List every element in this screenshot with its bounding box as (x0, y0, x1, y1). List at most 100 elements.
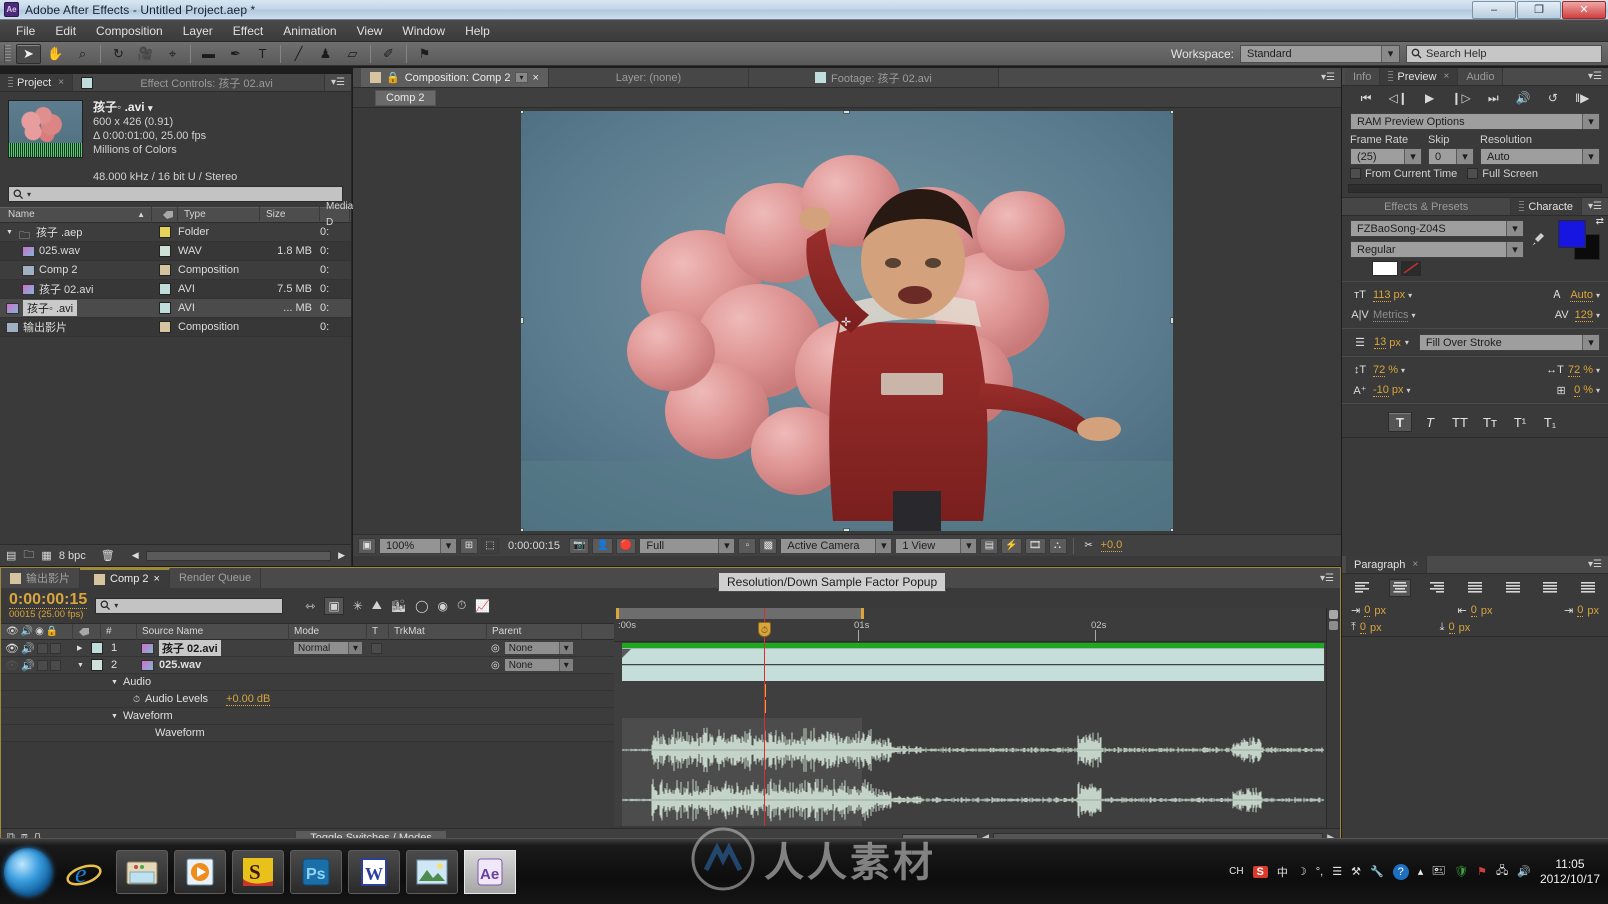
new-folder-icon[interactable]: 🗀 (23, 546, 34, 565)
timeline-search-input[interactable]: ▾ (95, 597, 284, 614)
layer-t-cell[interactable] (367, 640, 389, 657)
menu-help[interactable]: Help (455, 22, 500, 40)
tray-help-icon[interactable]: ? (1392, 863, 1409, 880)
start-orb[interactable] (4, 847, 52, 896)
space-after-field[interactable]: ⤓ 0 px (1440, 621, 1470, 634)
current-time-value[interactable]: 0:00:00:15 (502, 540, 566, 552)
preserve-transparency-toggle[interactable] (371, 642, 382, 654)
project-item-label-swatch[interactable] (152, 226, 178, 238)
taskbar-windows-explorer[interactable] (116, 849, 168, 894)
last-frame-icon[interactable]: ⏭ (1488, 91, 1499, 106)
panel-menu-icon[interactable]: ▾☰ (1315, 68, 1341, 87)
align-justify-last-left-button[interactable] (1464, 579, 1486, 597)
draft-3d-icon[interactable]: ▣ (324, 596, 344, 615)
align-center-button[interactable] (1388, 579, 1411, 597)
project-search-input[interactable]: ▾ (8, 186, 343, 202)
selection-handle-tc[interactable] (843, 111, 850, 114)
camera-tool-icon[interactable]: 🎥 (133, 44, 158, 64)
layer-bar-video[interactable] (622, 648, 1324, 664)
tab-info[interactable]: Info (1345, 68, 1381, 85)
menu-edit[interactable]: Edit (45, 22, 86, 40)
subtab-comp2[interactable]: Comp 2 (375, 89, 436, 106)
horizontal-scale-value[interactable]: 72 (1567, 364, 1581, 377)
swap-colors-icon[interactable]: ⇄ (1596, 216, 1604, 227)
brainstorm-icon[interactable]: 🏙 (391, 599, 406, 613)
align-justify-last-center-button[interactable] (1502, 579, 1524, 597)
timeline-current-time[interactable]: 0:00:00:15 (9, 591, 88, 609)
chevron-down-icon[interactable]: ▾ (114, 601, 118, 610)
project-item-label-swatch[interactable] (152, 302, 178, 314)
subscript-button[interactable]: T₁ (1538, 412, 1562, 432)
layer-t-cell[interactable] (367, 657, 389, 674)
zoom-select[interactable]: 100% ▾ (379, 537, 457, 554)
align-left-button[interactable] (1351, 579, 1373, 597)
tab-composition[interactable]: 🔒 Composition: Comp 2 ▾ × (361, 68, 549, 87)
chevron-down-icon[interactable]: ▾ (1407, 386, 1411, 395)
tray-softkeyboard-icon[interactable]: ☰ (1332, 865, 1342, 878)
graph-editor-toggle-icon[interactable]: 📈 (475, 599, 490, 613)
play-icon[interactable]: ▶ (1425, 91, 1434, 105)
workspace-select[interactable]: Standard ▾ (1240, 44, 1400, 63)
layer-mode-cell[interactable] (289, 657, 367, 674)
preview-resolution-select[interactable]: Auto ▾ (1480, 148, 1600, 165)
solo-icon[interactable]: ◉ (35, 626, 44, 637)
next-frame-icon[interactable]: ❙▷ (1451, 91, 1470, 105)
views-select[interactable]: 1 View ▾ (895, 537, 978, 554)
playhead-handle[interactable]: ⏱ (758, 622, 771, 637)
tab-comp2[interactable]: Comp 2 × (80, 568, 170, 588)
zoom-tool-icon[interactable]: ⌕ (70, 44, 95, 64)
grid-guides-icon[interactable]: ⊞ (460, 537, 478, 554)
timeline-graph-area[interactable]: :00s 01s 02s ⏱ (614, 608, 1326, 826)
property-value-cell[interactable]: +0.00 dB (208, 691, 328, 708)
indent-right-field[interactable]: ⇤ 0 px (1458, 604, 1492, 617)
kerning-value[interactable]: Metrics (1373, 309, 1409, 322)
fill-color-swatch[interactable] (1558, 220, 1586, 248)
menu-effect[interactable]: Effect (223, 22, 273, 40)
ram-preview-icon[interactable]: ‖▶ (1575, 91, 1589, 105)
tab-effects-presets[interactable]: Effects & Presets (1342, 198, 1512, 215)
composition-stage[interactable]: ✛ (353, 108, 1341, 534)
layer-name-cell[interactable]: 025.wav (137, 657, 289, 674)
project-item-label-swatch[interactable] (152, 283, 178, 295)
layer-parent-cell[interactable]: ◎ None ▾ (487, 657, 582, 674)
faux-bold-button[interactable]: T (1388, 412, 1412, 432)
delete-icon[interactable]: 🗑 (101, 549, 115, 562)
pixel-aspect-correction-icon[interactable]: ▤ (980, 537, 999, 554)
chevron-down-icon[interactable]: ▾ (1596, 366, 1600, 375)
project-item-row[interactable]: Comp 2 Composition 0: (0, 261, 351, 280)
indent-first-line-field[interactable]: ⇥ 0 px (1564, 604, 1599, 617)
taskbar-clock[interactable]: 11:05 2012/10/17 (1540, 857, 1600, 887)
hand-tool-icon[interactable]: ✋ (43, 44, 68, 64)
speaker-icon[interactable]: 🔊 (21, 642, 35, 655)
tray-flag-icon[interactable]: ⚑ (1477, 865, 1487, 878)
pan-behind-tool-icon[interactable]: ⌖ (160, 44, 185, 64)
tab-footage[interactable]: Footage: 孩子 02.avi (748, 68, 999, 87)
selection-handle-tl[interactable] (521, 111, 524, 114)
rotation-tool-icon[interactable]: ↻ (106, 44, 131, 64)
vertical-scale-value[interactable]: 72 (1373, 364, 1386, 377)
full-screen-checkbox[interactable]: Full Screen (1467, 168, 1538, 180)
align-right-button[interactable] (1426, 579, 1448, 597)
tab-audio[interactable]: Audio (1458, 68, 1504, 85)
tab-render-queue[interactable]: Render Queue (169, 568, 262, 588)
bit-depth-label[interactable]: 8 bpc (59, 550, 86, 562)
tray-network-icon[interactable]: 🖧 (1496, 862, 1508, 881)
eye-icon[interactable]: 👁 (5, 659, 19, 672)
first-frame-icon[interactable]: ⏮ (1361, 91, 1372, 106)
interpret-footage-icon[interactable]: ▤ (6, 549, 16, 562)
chevron-down-icon[interactable]: ▾ (1596, 311, 1600, 320)
region-interest-toggle-icon[interactable]: ▫ (738, 537, 757, 554)
tab-preview[interactable]: Preview × (1380, 68, 1459, 85)
preview-progress-bar[interactable] (1348, 184, 1602, 193)
new-comp-icon[interactable]: ▦ (41, 549, 51, 562)
selection-handle-mr[interactable] (1170, 317, 1173, 324)
tab-effect-controls[interactable]: Effect Controls: 孩子 02.avi (73, 74, 326, 91)
menu-file[interactable]: File (6, 22, 45, 40)
frame-rate-select[interactable]: (25) ▾ (1350, 148, 1422, 165)
fill-stroke-order-select[interactable]: Fill Over Stroke ▾ (1418, 334, 1600, 351)
lock-icon[interactable]: 🔒 (386, 71, 400, 84)
graph-editor-icon[interactable]: ◯ (415, 599, 428, 613)
reset-exposure-icon[interactable]: ✂ (1080, 538, 1098, 554)
comp-flowchart-icon[interactable]: ⛬ (1048, 537, 1067, 554)
selection-handle-tr[interactable] (1170, 111, 1173, 114)
